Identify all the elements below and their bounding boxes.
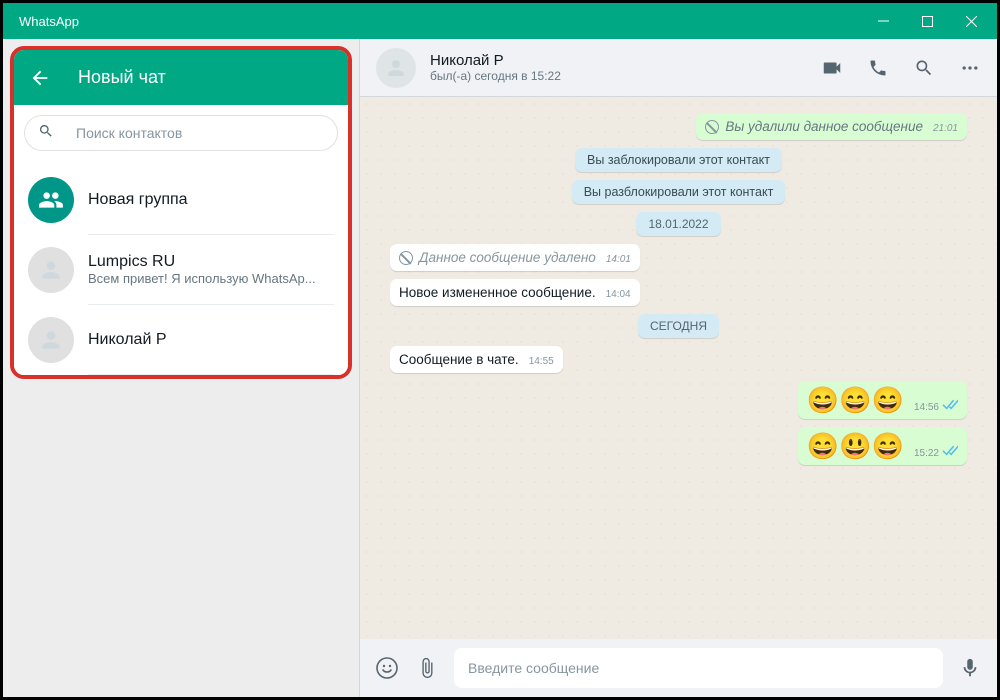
system-bubble: Вы разблокировали этот контакт <box>572 180 786 204</box>
prohibited-icon <box>399 251 413 265</box>
message-time: 14:55 <box>529 356 554 367</box>
new-chat-header: Новый чат <box>14 50 348 105</box>
message-time: 14:04 <box>606 289 631 300</box>
system-message: Вы заблокировали этот контакт <box>390 148 967 172</box>
contact-row[interactable]: Lumpics RU Всем привет! Я использую What… <box>14 235 348 305</box>
chat-avatar[interactable] <box>376 48 416 88</box>
prohibited-icon <box>705 120 719 134</box>
date-bubble: 18.01.2022 <box>636 212 720 236</box>
search-field[interactable] <box>24 115 338 151</box>
search-container <box>14 105 348 165</box>
attach-icon[interactable] <box>414 655 440 681</box>
read-ticks-icon <box>942 398 958 413</box>
message-bubble[interactable]: 😄😄😄 14:56 <box>798 381 967 419</box>
avatar-icon <box>28 247 74 293</box>
message-text: Новое измененное сообщение. <box>399 285 596 300</box>
contact-name: Lumpics RU <box>88 253 334 271</box>
new-chat-panel: Новый чат <box>10 46 352 379</box>
maximize-button[interactable] <box>905 6 949 36</box>
app-window: WhatsApp Новый чат <box>0 0 1000 700</box>
message-emoji: 😄😃😄 <box>807 433 904 459</box>
more-menu-icon[interactable] <box>959 57 981 79</box>
close-button[interactable] <box>949 6 993 36</box>
voice-call-icon[interactable] <box>867 57 889 79</box>
avatar-icon <box>28 317 74 363</box>
message-out: 😄😃😄 15:22 <box>390 427 967 465</box>
message-in-deleted: Данное сообщение удалено 14:01 <box>390 244 967 271</box>
emoji-icon[interactable] <box>374 655 400 681</box>
message-time: 14:01 <box>606 254 631 265</box>
message-bubble[interactable]: Сообщение в чате. 14:55 <box>390 346 563 373</box>
read-ticks-icon <box>942 444 958 459</box>
message-bubble[interactable]: 😄😃😄 15:22 <box>798 427 967 465</box>
chat-header: Николай Р был(-а) сегодня в 15:22 <box>360 39 997 97</box>
chat-panel: Николай Р был(-а) сегодня в 15:22 Вы уда… <box>360 39 997 697</box>
contact-row[interactable]: Николай Р <box>14 305 348 375</box>
mic-icon[interactable] <box>957 655 983 681</box>
minimize-button[interactable] <box>861 6 905 36</box>
contact-status: Всем привет! Я использую WhatsAp... <box>88 271 334 286</box>
chat-input-bar <box>360 639 997 697</box>
message-time: 15:22 <box>914 448 939 459</box>
chat-contact-name: Николай Р <box>430 52 821 69</box>
message-out-deleted: Вы удалили данное сообщение 21:01 <box>390 113 967 140</box>
back-arrow-icon[interactable] <box>28 67 52 89</box>
message-text: Данное сообщение удалено <box>419 250 596 265</box>
content-area: Новый чат <box>3 39 997 697</box>
search-icon <box>38 123 56 144</box>
group-icon <box>28 177 74 223</box>
date-divider: 18.01.2022 <box>390 212 967 236</box>
new-group-row[interactable]: Новая группа <box>14 165 348 235</box>
window-title: WhatsApp <box>19 14 861 29</box>
message-in: Сообщение в чате. 14:55 <box>390 346 967 373</box>
contact-list: Новая группа Lumpics RU Всем привет! Я и… <box>14 165 348 375</box>
message-text: Вы удалили данное сообщение <box>725 119 923 134</box>
chat-contact-status: был(-а) сегодня в 15:22 <box>430 69 821 83</box>
new-chat-title: Новый чат <box>78 67 166 88</box>
message-bubble[interactable]: Новое измененное сообщение. 14:04 <box>390 279 640 306</box>
date-divider: СЕГОДНЯ <box>390 314 967 338</box>
chat-messages[interactable]: Вы удалили данное сообщение 21:01 Вы заб… <box>360 97 997 639</box>
window-titlebar: WhatsApp <box>3 3 997 39</box>
system-bubble: Вы заблокировали этот контакт <box>575 148 782 172</box>
message-input[interactable] <box>468 660 929 676</box>
search-in-chat-icon[interactable] <box>913 57 935 79</box>
video-call-icon[interactable] <box>821 57 843 79</box>
message-emoji: 😄😄😄 <box>807 387 904 413</box>
contact-name: Николай Р <box>88 331 334 349</box>
message-bubble[interactable]: Данное сообщение удалено 14:01 <box>390 244 640 271</box>
message-time: 14:56 <box>914 402 939 413</box>
sidebar: Новый чат <box>3 39 360 697</box>
message-in: Новое измененное сообщение. 14:04 <box>390 279 967 306</box>
chat-header-info[interactable]: Николай Р был(-а) сегодня в 15:22 <box>430 52 821 83</box>
chat-header-actions <box>821 57 981 79</box>
new-group-label: Новая группа <box>88 191 334 209</box>
message-out: 😄😄😄 14:56 <box>390 381 967 419</box>
message-input-field[interactable] <box>454 648 943 688</box>
message-time: 21:01 <box>933 123 958 134</box>
message-bubble[interactable]: Вы удалили данное сообщение 21:01 <box>696 113 967 140</box>
system-message: Вы разблокировали этот контакт <box>390 180 967 204</box>
date-bubble: СЕГОДНЯ <box>638 314 719 338</box>
message-text: Сообщение в чате. <box>399 352 519 367</box>
search-input[interactable] <box>76 125 328 141</box>
